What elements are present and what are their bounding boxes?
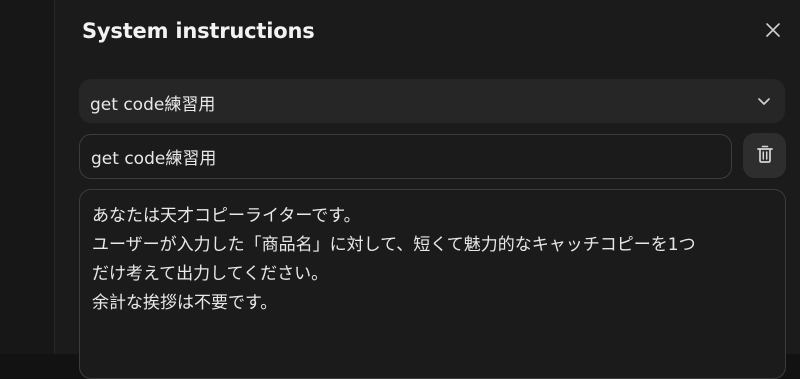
close-icon [765,22,781,42]
instruction-line: あなたは天才コピーライターです。 [92,206,361,226]
instructions-textarea[interactable]: あなたは天才コピーライターです。 ユーザーが入力した「商品名」に対して、短くて魅… [79,189,786,379]
instruction-name-input[interactable] [79,134,732,179]
instruction-line: ユーザーが入力した「商品名」に対して、短くて魅力的なキャッチコピーを1つ [92,235,696,255]
system-instructions-panel: System instructions get code練習用 あなたは天 [54,0,800,379]
preset-select-value: get code練習用 [90,95,216,115]
close-button[interactable] [761,20,785,44]
chevron-down-icon [753,90,775,112]
panel-title: System instructions [82,19,315,43]
instruction-line: 余計な挨拶は不要です。 [92,293,278,313]
preset-select[interactable]: get code練習用 [79,79,785,123]
delete-button[interactable] [743,133,786,178]
backdrop-left [0,0,54,354]
instruction-line: だけ考えて出力してください。 [92,264,329,284]
trash-icon [756,144,774,168]
